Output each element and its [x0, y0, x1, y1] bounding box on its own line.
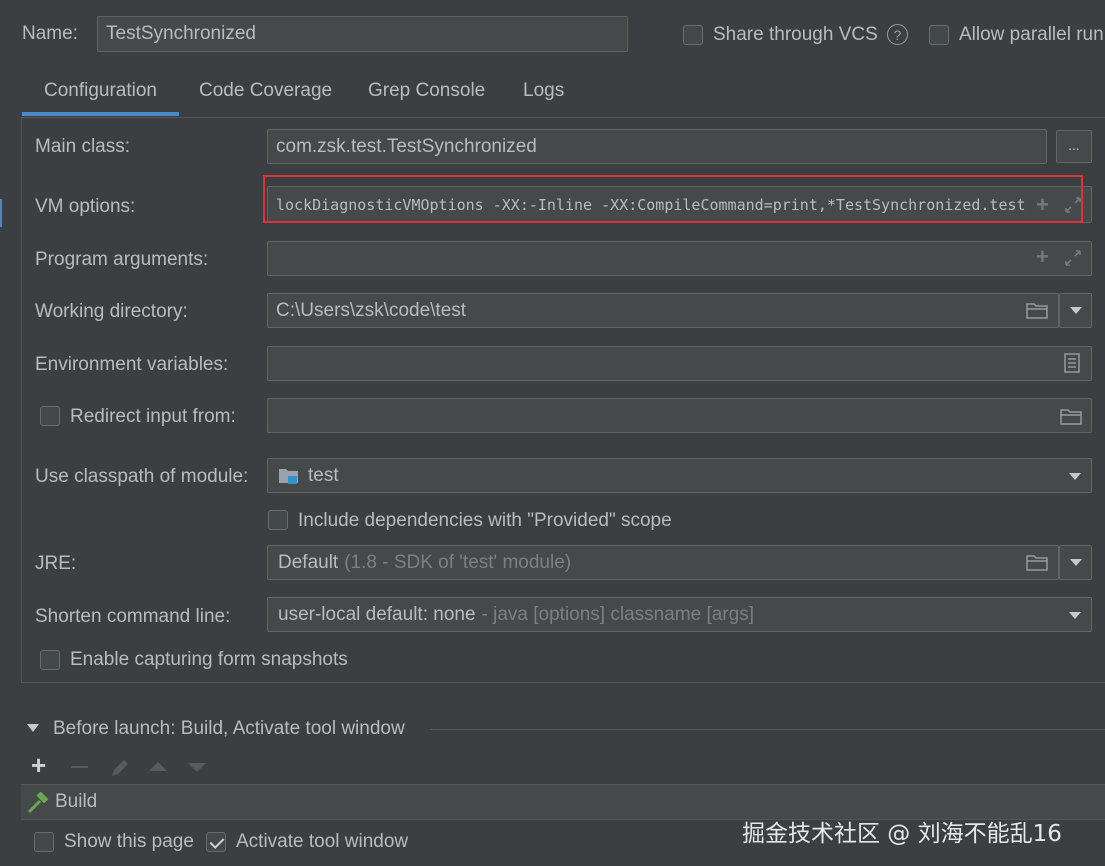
redirect-input-checkbox[interactable] [40, 406, 60, 426]
chevron-down-icon [1069, 307, 1082, 314]
hammer-icon [27, 791, 49, 820]
remove-task-icon[interactable] [71, 766, 88, 768]
classpath-label: Use classpath of module: [35, 466, 249, 487]
allow-parallel-label: Allow parallel run [959, 24, 1104, 45]
main-class-input[interactable]: com.zsk.test.TestSynchronized [267, 129, 1047, 164]
share-vcs-checkbox[interactable] [683, 25, 703, 45]
classpath-select[interactable]: test [267, 458, 1092, 493]
help-icon[interactable]: ? [887, 24, 908, 45]
chevron-down-icon[interactable] [1069, 612, 1081, 619]
capture-snapshots-label: Enable capturing form snapshots [70, 649, 348, 670]
before-launch-divider [430, 729, 1105, 730]
folder-icon[interactable] [1060, 407, 1082, 431]
folder-icon[interactable] [1026, 553, 1048, 577]
env-vars-input[interactable] [267, 346, 1092, 381]
watermark: 掘金技术社区 @ 刘海不能乱16 [742, 821, 1062, 847]
program-args-label: Program arguments: [35, 249, 209, 270]
move-up-icon[interactable] [149, 762, 167, 771]
build-item-label: Build [55, 791, 98, 812]
tab-label: Code Coverage [199, 80, 333, 101]
shorten-cmd-hint: - java [options] classname [args] [481, 603, 754, 625]
jre-label: JRE: [35, 553, 77, 574]
shorten-cmd-value: user-local default: none [278, 603, 476, 625]
program-args-expand-icon[interactable] [1064, 249, 1082, 267]
capture-snapshots-checkbox[interactable] [40, 650, 60, 670]
name-label: Name: [22, 23, 78, 44]
classpath-value: test [308, 464, 339, 486]
vm-options-label: VM options: [35, 196, 136, 217]
tab-logs[interactable]: Logs [523, 78, 564, 116]
vm-options-highlight-box [263, 175, 1083, 223]
redirect-input-field[interactable] [267, 398, 1092, 433]
folder-icon[interactable] [1026, 301, 1048, 325]
shorten-cmd-select[interactable]: user-local default: none - java [options… [267, 597, 1092, 632]
activate-tool-window-checkbox[interactable] [206, 832, 226, 852]
left-accent-mark [0, 199, 2, 227]
tab-label: Logs [523, 80, 565, 101]
jre-hint: (1.8 - SDK of 'test' module) [344, 551, 572, 573]
name-input[interactable]: TestSynchronized [97, 16, 628, 52]
add-task-icon[interactable]: + [31, 752, 46, 778]
working-dir-dropdown-button[interactable] [1059, 293, 1092, 328]
chevron-down-icon [1069, 559, 1082, 566]
browse-label: ... [1068, 136, 1080, 153]
document-icon[interactable] [1064, 353, 1080, 379]
redirect-input-label: Redirect input from: [70, 406, 236, 427]
env-vars-label: Environment variables: [35, 354, 229, 375]
collapse-triangle-icon[interactable] [27, 724, 39, 732]
include-deps-checkbox[interactable] [268, 510, 288, 530]
share-vcs-label: Share through VCS [713, 24, 878, 45]
working-dir-input[interactable]: C:\Users\zsk\code\test [267, 293, 1059, 328]
allow-parallel-checkbox[interactable] [929, 25, 949, 45]
jre-dropdown-button[interactable] [1059, 545, 1092, 580]
program-args-add-icon[interactable]: + [1036, 244, 1049, 270]
tab-active-indicator [22, 112, 179, 116]
working-dir-label: Working directory: [35, 301, 188, 322]
tab-grep-console[interactable]: Grep Console [368, 78, 485, 116]
main-class-label: Main class: [35, 136, 131, 157]
edit-task-icon[interactable] [109, 757, 131, 785]
show-page-checkbox[interactable] [34, 832, 54, 852]
jre-value: Default [278, 551, 339, 573]
chevron-down-icon[interactable] [1069, 473, 1081, 480]
module-folder-icon [278, 467, 300, 485]
program-args-input[interactable] [267, 241, 1092, 276]
shorten-cmd-label: Shorten command line: [35, 606, 231, 627]
browse-main-class-button[interactable]: ... [1056, 130, 1092, 163]
tab-configuration[interactable]: Configuration [22, 78, 179, 116]
tab-code-coverage[interactable]: Code Coverage [199, 78, 332, 116]
before-launch-title: Before launch: Build, Activate tool wind… [53, 718, 405, 739]
tab-label: Configuration [43, 80, 158, 101]
move-down-icon[interactable] [188, 763, 206, 772]
activate-tool-window-label: Activate tool window [236, 831, 409, 852]
include-deps-label: Include dependencies with "Provided" sco… [298, 510, 672, 531]
show-page-label: Show this page [64, 831, 194, 852]
tab-label: Grep Console [368, 80, 486, 101]
jre-input[interactable]: Default (1.8 - SDK of 'test' module) [267, 545, 1059, 580]
